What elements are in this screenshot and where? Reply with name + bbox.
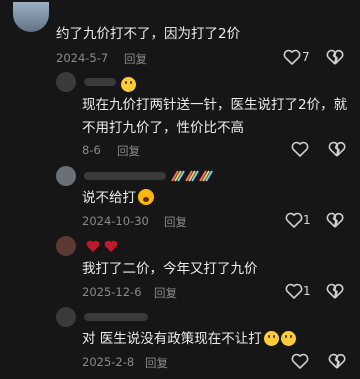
heart-outline-icon[interactable] <box>285 212 303 228</box>
comment-text-line: 现在九价打两针送一针，医生说打了2价，就 <box>82 97 348 113</box>
comment-text-content: 说不给打 <box>82 190 136 206</box>
reply-button[interactable]: 回复 <box>124 51 147 67</box>
grinning-emoji-icon <box>280 331 296 346</box>
heart-outline-icon[interactable] <box>291 141 309 157</box>
username[interactable] <box>84 172 166 180</box>
rainbow-badge-icon <box>170 168 214 187</box>
red-heart-badge-icon <box>86 238 120 257</box>
username[interactable] <box>84 78 116 86</box>
reply-button[interactable]: 回复 <box>154 285 177 301</box>
avatar[interactable] <box>56 72 76 92</box>
smiling-emoji-icon <box>119 74 136 93</box>
avatar[interactable] <box>56 166 76 186</box>
avatar[interactable] <box>56 236 76 256</box>
comment-text: 我打了二价，今年又打了九价 <box>82 261 258 277</box>
heart-outline-icon[interactable] <box>285 283 303 299</box>
comment-date: 8-6 <box>82 143 101 157</box>
broken-heart-icon[interactable] <box>328 353 346 369</box>
broken-heart-icon[interactable] <box>326 49 344 65</box>
avatar[interactable] <box>13 2 49 32</box>
broken-heart-icon[interactable] <box>328 141 346 157</box>
comment-text: 对 医生说没有政策现在不让打 <box>82 329 296 349</box>
comment-text-line: 不用打九价了，性价比不高 <box>82 120 244 136</box>
surprised-emoji-icon <box>138 189 154 205</box>
avatar[interactable] <box>56 307 76 327</box>
broken-heart-icon[interactable] <box>326 212 344 228</box>
like-count: 7 <box>302 50 310 64</box>
grinning-emoji-icon <box>263 331 279 346</box>
comment-date: 2025-12-6 <box>82 285 142 299</box>
broken-heart-icon[interactable] <box>326 283 344 299</box>
heart-outline-icon[interactable] <box>291 353 309 369</box>
username[interactable] <box>84 313 148 321</box>
like-count: 1 <box>303 284 311 298</box>
comment-text: 约了九价打不了，因为打了2价 <box>56 26 241 42</box>
comment-text-content: 对 医生说没有政策现在不让打 <box>82 331 262 347</box>
reply-button[interactable]: 回复 <box>145 355 168 371</box>
comment-date: 2024-10-30 <box>82 214 149 228</box>
comment-date: 2024-5-7 <box>56 51 109 65</box>
comment-text: 说不给打 <box>82 188 154 208</box>
reply-button[interactable]: 回复 <box>117 143 140 159</box>
reply-button[interactable]: 回复 <box>164 214 187 230</box>
comment-date: 2025-2-8 <box>82 355 135 369</box>
like-count: 1 <box>303 213 311 227</box>
heart-outline-icon[interactable] <box>283 49 301 65</box>
